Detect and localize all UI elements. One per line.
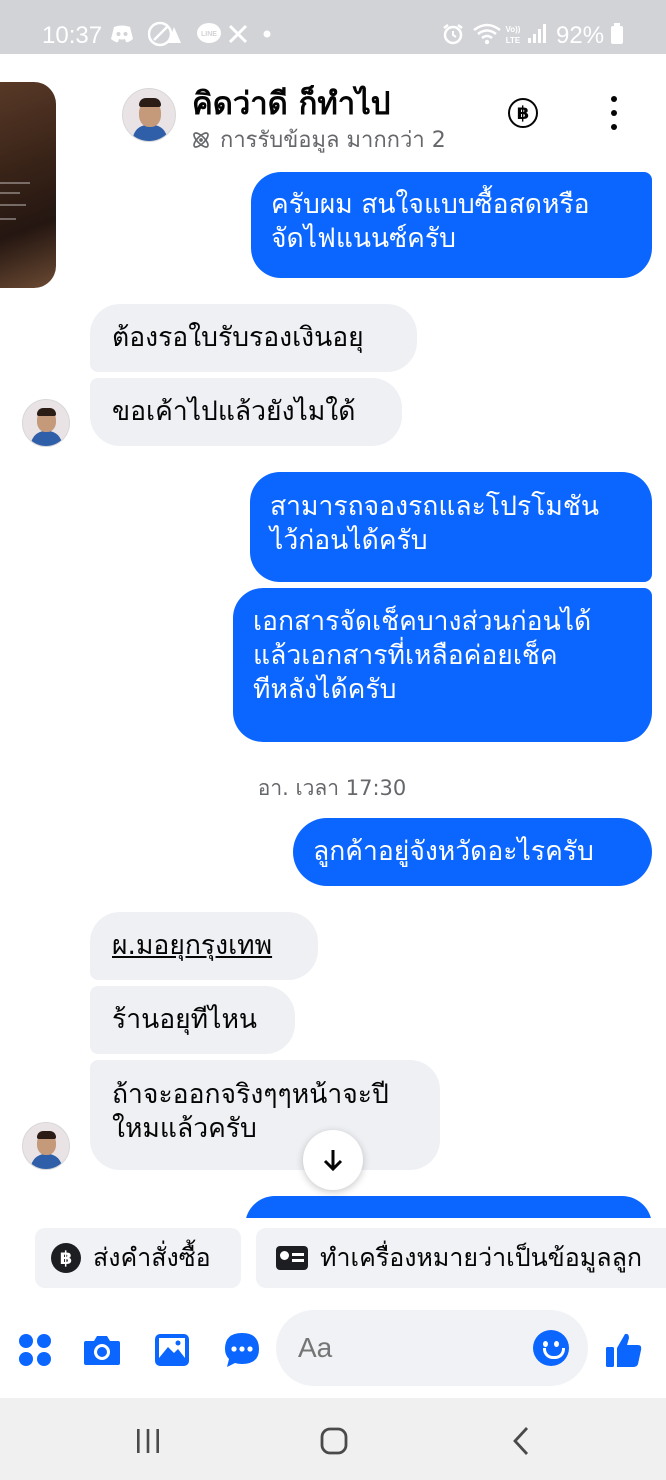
mark-as-lead-label: ทำเครื่องหมายว่าเป็นข้อมูลลูก [320, 1243, 643, 1272]
scroll-to-bottom-button[interactable] [303, 1130, 363, 1190]
apps-icon[interactable] [15, 1330, 55, 1370]
send-order-chip[interactable]: ฿ ส่งคำสั่งซื้อ [35, 1228, 241, 1288]
signal-icon [526, 20, 548, 48]
alarm-icon [442, 20, 464, 48]
emoji-icon[interactable] [533, 1330, 569, 1366]
battery-level: 92% [556, 22, 605, 49]
send-order-label: ส่งคำสั่งซื้อ [93, 1243, 211, 1272]
message-outgoing[interactable]: ลูกค้าอยู่จังหวัดอะไรครับ [293, 818, 652, 886]
sender-avatar[interactable] [22, 1122, 70, 1170]
message-outgoing-partial[interactable] [245, 1196, 652, 1220]
dot-icon [262, 20, 272, 48]
message-outgoing[interactable]: สามารถจองรถและโปรโมชัน ไว้ก่อนได้ครับ [250, 472, 652, 582]
camera-icon[interactable] [82, 1330, 122, 1370]
contact-avatar[interactable] [122, 88, 176, 142]
battery-icon [610, 20, 624, 48]
message-list[interactable]: ครับผม สนใจแบบซื้อสดหรือ จัดไฟแนนซ์ครับ … [0, 170, 666, 1220]
lead-status-text: การรับข้อมูล มากกว่า 2 [220, 128, 446, 153]
message-incoming[interactable]: ถ้าจะออกจริงๆๆหน้าจะปี ใหมแล้วครับ [90, 1060, 440, 1170]
status-time: 10:37 [42, 22, 103, 49]
atom-icon [193, 131, 209, 148]
thumbs-up-icon[interactable] [604, 1330, 644, 1370]
status-bar: 10:37 LINE Vo)) LTE 92% [0, 0, 666, 54]
arrow-down-icon [323, 1150, 343, 1172]
message-incoming[interactable]: ร้านอยุทีไหน [90, 986, 295, 1054]
back-icon[interactable] [506, 1424, 536, 1458]
saved-replies-icon[interactable] [222, 1330, 262, 1370]
svg-text:LTE: LTE [506, 36, 521, 45]
line-icon: LINE [196, 20, 222, 48]
recent-apps-icon[interactable] [130, 1424, 166, 1458]
svg-text:Vo)): Vo)) [506, 25, 521, 34]
gallery-icon[interactable] [152, 1330, 192, 1370]
message-input[interactable] [298, 1328, 528, 1368]
svg-text:LINE: LINE [201, 31, 217, 38]
x-icon [228, 20, 248, 48]
message-incoming[interactable]: ขอเค้าไปแล้วยังไมใด้ [90, 378, 402, 446]
lead-status[interactable]: การรับข้อมูล มากกว่า 2 [190, 122, 446, 157]
more-options-icon[interactable] [602, 96, 626, 130]
wifi-icon [472, 20, 502, 48]
baht-icon: ฿ [51, 1243, 81, 1273]
message-outgoing[interactable]: เอกสารจัดเช็คบางส่วนก่อนได้ แล้วเอกสารที… [233, 588, 652, 742]
direction-icon [148, 20, 182, 48]
message-timestamp: อา. เวลา 17:30 [257, 776, 407, 800]
mark-as-lead-chip[interactable]: ทำเครื่องหมายว่าเป็นข้อมูลลูก [256, 1228, 666, 1288]
home-icon[interactable] [316, 1424, 352, 1458]
message-incoming[interactable]: ต้องรอใบรับรองเงินอยุ [90, 304, 417, 372]
contact-name[interactable]: คิดว่าดี ก็ทำไป [192, 78, 391, 128]
sender-avatar[interactable] [22, 399, 70, 447]
message-outgoing[interactable]: ครับผม สนใจแบบซื้อสดหรือ จัดไฟแนนซ์ครับ [251, 172, 652, 278]
contact-card-icon [276, 1246, 308, 1270]
discord-icon [110, 20, 134, 48]
volte-icon: Vo)) LTE [502, 20, 524, 48]
message-incoming[interactable]: ผ.มอยุกรุงเทพ [90, 912, 318, 980]
payment-baht-button[interactable]: ฿ [508, 98, 538, 128]
